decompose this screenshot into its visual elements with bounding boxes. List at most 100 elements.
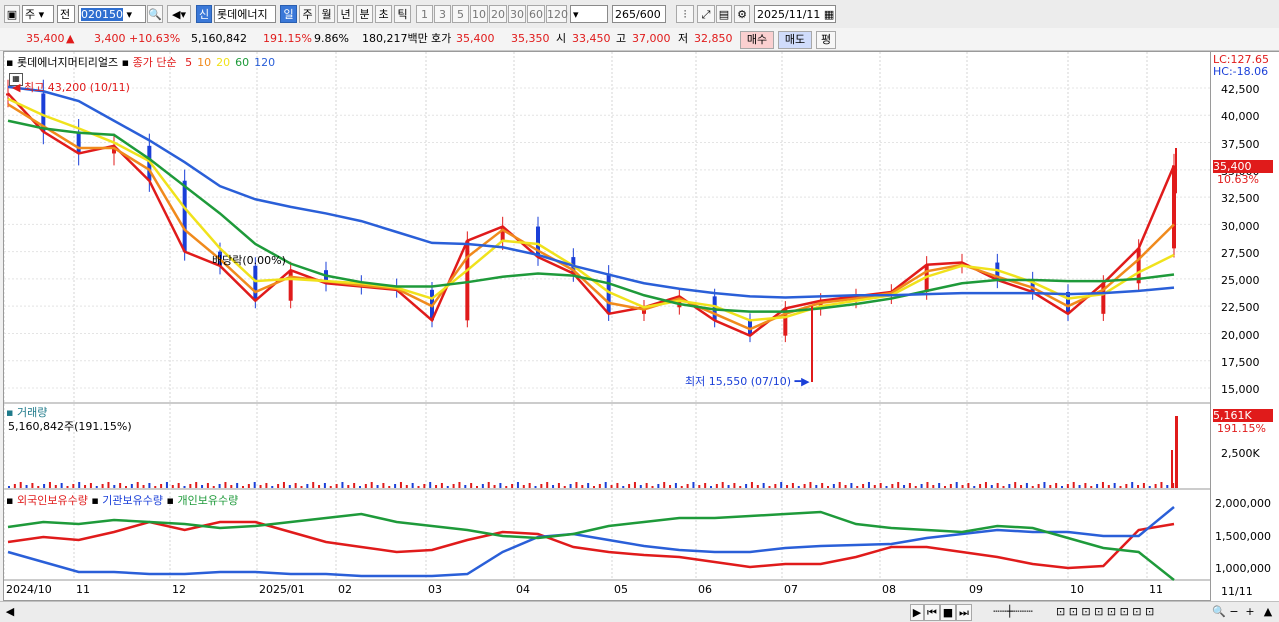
volume-bar <box>897 482 900 488</box>
volume-bar <box>347 485 350 488</box>
x-axis-label: 12 <box>172 583 186 596</box>
volume-bar <box>1119 486 1122 488</box>
low-label: 저 <box>678 32 689 45</box>
market-select[interactable]: 전 <box>57 5 75 23</box>
buy-button[interactable]: 매수 <box>740 31 774 49</box>
ma-legend-3: 60 <box>235 56 250 69</box>
volume-bar <box>862 484 865 488</box>
volume-bar <box>242 486 244 488</box>
x-axis-label: 04 <box>516 583 530 596</box>
foreign-label: 외국인보유수량 <box>16 494 88 507</box>
volume-bar <box>37 486 40 488</box>
forward-icon[interactable]: ⏭ <box>956 604 972 621</box>
volume-bar <box>119 483 122 488</box>
bullet-icon: ▪ <box>6 56 14 69</box>
volume-bar <box>271 486 274 488</box>
price-tick: 42,500 <box>1221 83 1260 96</box>
search-icon[interactable]: 🔍 <box>147 5 163 23</box>
volume-bar <box>107 482 110 488</box>
volume-bar <box>990 485 993 488</box>
x-axis-label: 02 <box>338 583 352 596</box>
chart-tools[interactable]: ⊡ ⊡ ⊡ ⊡ ⊡ ⊡ ⊡ ⊡ <box>1056 604 1216 619</box>
chart-svg <box>4 52 1210 581</box>
period-5-button[interactable]: 초 <box>375 5 392 23</box>
play-icon[interactable]: ▶ <box>910 604 924 621</box>
volume-value: 5,160,842주(191.15%) <box>8 420 132 433</box>
volume-bar <box>926 482 929 488</box>
low-note: 최저 15,550 (07/10) <box>685 375 792 388</box>
volume-bar <box>464 485 467 488</box>
save-icon[interactable]: ▤ <box>716 5 732 23</box>
candle-icon[interactable]: ⫶ <box>676 5 694 23</box>
minus-icon[interactable]: − <box>1228 604 1240 619</box>
volume-bar <box>160 484 163 488</box>
volume-bar <box>154 486 157 488</box>
sound-icon[interactable]: ◀▾ <box>167 5 191 23</box>
volume-bar <box>25 485 28 488</box>
mode-select[interactable]: 주 ▾ <box>22 5 54 23</box>
scroll-right-icon[interactable]: ▲ <box>1262 604 1274 619</box>
period-2-button[interactable]: 월 <box>318 5 335 23</box>
x-axis-label: 11 <box>1149 583 1163 596</box>
stop-icon[interactable]: ■ <box>940 604 956 621</box>
interval-4-button[interactable]: 20 <box>489 5 507 23</box>
high-note: 최고 43,200 (10/11) <box>23 81 130 94</box>
x-axis-label: 2024/10 <box>6 583 52 596</box>
bullet-icon: ▪ <box>121 56 130 69</box>
code-input[interactable]: 020150 ▾ <box>78 5 146 23</box>
volume-bar <box>739 486 742 488</box>
interval-3-button[interactable]: 10 <box>470 5 488 23</box>
count-field[interactable]: 265/600 <box>612 5 666 23</box>
interval-2-button[interactable]: 5 <box>452 5 469 23</box>
volume-bar <box>505 486 508 488</box>
volume-bar <box>575 482 578 488</box>
volume-bar <box>844 485 847 488</box>
scroll-left-icon[interactable]: ◀ <box>4 604 16 619</box>
tool-icon[interactable]: ⤢ <box>697 5 715 23</box>
rewind-icon[interactable]: ⏮ <box>924 604 940 621</box>
interval-0-button[interactable]: 1 <box>416 5 433 23</box>
period-6-button[interactable]: 틱 <box>394 5 411 23</box>
volume-bar <box>786 485 789 488</box>
period-3-button[interactable]: 년 <box>337 5 354 23</box>
interval-5-button[interactable]: 30 <box>508 5 526 23</box>
volume-bar <box>1031 486 1034 488</box>
chart-area[interactable]: ▪ 롯데에너지머티리얼즈 ▪ 종가 단순 5 10 20 60 120 ▦ ◀ 최고 4… <box>3 51 1211 601</box>
volume-bar <box>130 484 133 488</box>
volume-bar <box>879 483 882 488</box>
zoom-slider[interactable]: ┄┄┼┄┄┄ <box>978 604 1048 619</box>
volume-bar <box>224 482 227 488</box>
price-tick: 37,500 <box>1221 137 1260 151</box>
volume-bar <box>84 485 87 488</box>
range-select[interactable]: ▾ <box>570 5 608 23</box>
avg-button[interactable]: 평 <box>816 31 836 49</box>
candle-body <box>288 270 293 301</box>
gear-icon[interactable]: ⚙ <box>734 5 750 23</box>
interval-6-button[interactable]: 60 <box>527 5 545 23</box>
volume-bar <box>452 484 455 488</box>
holding-line-2 <box>7 510 1175 581</box>
volume-bar <box>1113 483 1116 488</box>
date-field[interactable]: 2025/11/11 ▦ <box>754 5 836 23</box>
stock-name-field[interactable]: 롯데에너지 <box>214 5 276 23</box>
period-1-button[interactable]: 주 <box>299 5 316 23</box>
interval-7-button[interactable]: 120 <box>546 5 568 23</box>
ma-legend-0: 5 <box>185 56 193 69</box>
volume-bar <box>31 483 34 488</box>
volume-bar <box>1107 485 1110 488</box>
sell-button[interactable]: 매도 <box>778 31 812 49</box>
period-0-button[interactable]: 일 <box>280 5 297 23</box>
plus-icon[interactable]: + <box>1244 604 1256 619</box>
scroll-bar[interactable]: ◀ ▶ ⏮ ■ ⏭ ┄┄┼┄┄┄ ⊡ ⊡ ⊡ ⊡ ⊡ ⊡ ⊡ ⊡ 🔍 − + ▲ <box>0 601 1279 622</box>
volume-bar <box>423 484 426 488</box>
volume-bar <box>48 482 51 488</box>
zoom-icon[interactable]: 🔍 <box>1212 604 1226 619</box>
window-icon[interactable]: ▣ <box>4 5 20 23</box>
new-badge[interactable]: 신 <box>196 5 212 23</box>
period-4-button[interactable]: 분 <box>356 5 373 23</box>
interval-1-button[interactable]: 3 <box>434 5 451 23</box>
volume-bar <box>657 484 660 488</box>
volume-bar <box>628 484 631 488</box>
last-price-badge: 35,400 <box>1213 160 1273 173</box>
volume-bar <box>791 483 794 488</box>
